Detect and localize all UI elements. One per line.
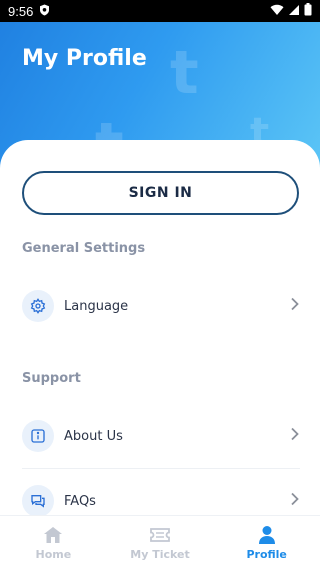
decorative-logo-icon: t bbox=[170, 38, 199, 108]
sign-in-button[interactable]: SIGN IN bbox=[22, 171, 299, 215]
support-item-about-us[interactable]: About Us bbox=[22, 419, 300, 453]
ticket-icon bbox=[149, 525, 171, 545]
section-title-support: Support bbox=[22, 371, 81, 386]
nav-tab-label: Home bbox=[35, 547, 72, 561]
nav-tab-label: My Ticket bbox=[130, 547, 190, 561]
status-time: 9:56 bbox=[8, 3, 34, 19]
section-title-general-settings: General Settings bbox=[22, 241, 146, 256]
settings-item-language[interactable]: Language bbox=[22, 289, 300, 323]
page-title: My Profile bbox=[22, 46, 147, 71]
question-chat-icon bbox=[22, 485, 54, 517]
nav-tab-profile[interactable]: Profile bbox=[213, 516, 320, 569]
nav-tab-home[interactable]: Home bbox=[0, 516, 107, 569]
chevron-right-icon bbox=[290, 297, 300, 316]
info-icon bbox=[22, 420, 54, 452]
user-icon bbox=[258, 525, 276, 545]
settings-item-label: Language bbox=[64, 298, 129, 314]
cellular-signal-icon bbox=[288, 4, 300, 19]
home-icon bbox=[43, 525, 63, 545]
battery-icon bbox=[304, 3, 312, 19]
nav-tab-label: Profile bbox=[246, 547, 287, 561]
support-item-label: About Us bbox=[64, 428, 123, 444]
support-item-faqs[interactable]: FAQs bbox=[22, 484, 300, 518]
gear-icon bbox=[22, 290, 54, 322]
chevron-right-icon bbox=[290, 492, 300, 511]
divider bbox=[22, 468, 300, 469]
bottom-navigation: Home My Ticket Profile bbox=[0, 515, 320, 569]
profile-card: SIGN IN General Settings Language Suppor… bbox=[0, 140, 320, 518]
nav-tab-my-ticket[interactable]: My Ticket bbox=[107, 516, 214, 569]
support-item-label: FAQs bbox=[64, 493, 96, 509]
shield-icon bbox=[39, 4, 50, 19]
status-bar: 9:56 bbox=[0, 0, 320, 22]
chevron-right-icon bbox=[290, 427, 300, 446]
wifi-icon bbox=[270, 4, 284, 19]
